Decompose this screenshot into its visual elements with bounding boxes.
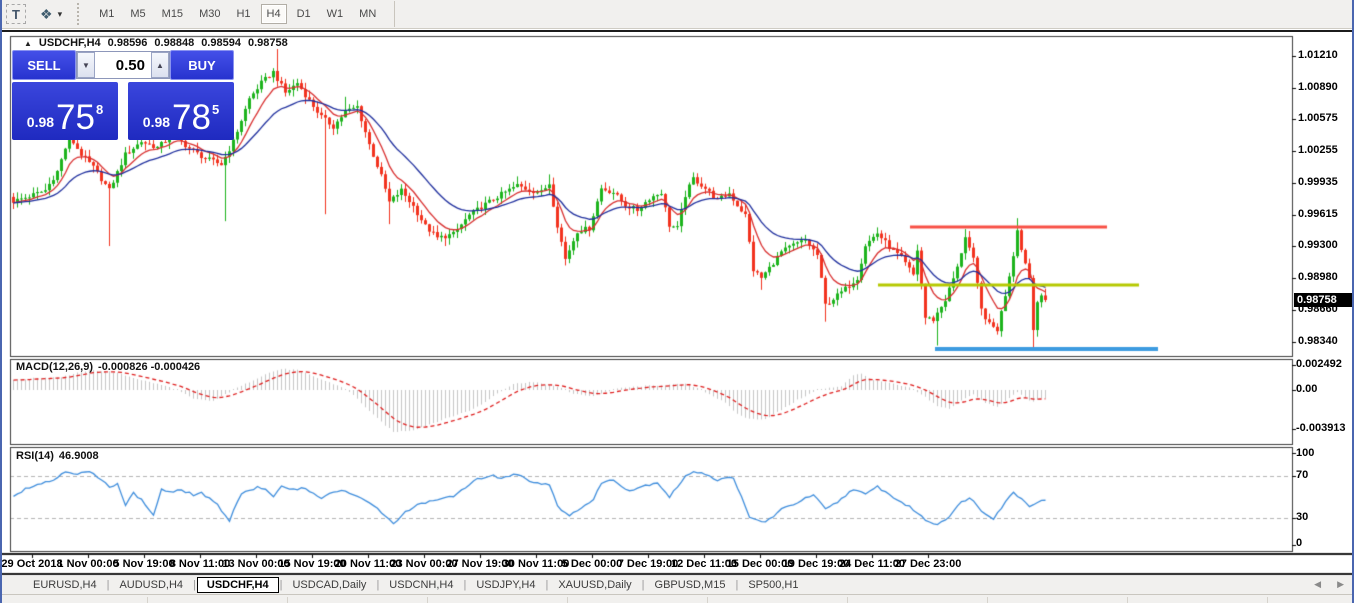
chart-tab-usdjpy-h4[interactable]: USDJPY,H4 — [467, 578, 544, 592]
price-tick: 1.01210 — [1298, 49, 1338, 61]
timeframe-button-m30[interactable]: M30 — [193, 4, 226, 24]
buy-price-prefix: 0.98 — [143, 115, 170, 133]
tabs-scroll-left-icon[interactable]: ◀ — [1314, 579, 1321, 590]
text-label-tool-icon[interactable]: T — [6, 4, 26, 24]
date-tick: 8 Nov 11:00 — [170, 558, 231, 570]
one-click-trading-panel: SELL ▼ 0.50 ▲ BUY 0.98 75 8 0.98 78 5 — [12, 50, 234, 142]
chart-symbol: USDCHF,H4 — [39, 37, 101, 49]
date-tick: 30 Nov 11:00 — [503, 558, 570, 570]
chart-tab-usdchf-h4[interactable]: USDCHF,H4 — [197, 577, 279, 593]
macd-values: -0.000826 -0.000426 — [98, 361, 200, 373]
toolbar-separator — [394, 1, 395, 27]
timeframe-button-mn[interactable]: MN — [353, 4, 382, 24]
tabs-scroll-right-icon[interactable]: ▶ — [1337, 579, 1344, 590]
status-strip — [2, 594, 1352, 603]
timeframe-button-h4[interactable]: H4 — [261, 4, 287, 24]
cursor-tool-icon[interactable]: ❖▾ — [40, 6, 62, 23]
timeframe-button-d1[interactable]: D1 — [291, 4, 317, 24]
chart-tab-xauusd-daily[interactable]: XAUUSD,Daily — [549, 578, 640, 592]
price-tick: 1.00575 — [1298, 112, 1338, 124]
price-tick: 1.00890 — [1298, 81, 1338, 93]
chart-low: 0.98594 — [201, 37, 241, 49]
buy-price-pip: 5 — [212, 102, 219, 117]
buy-price-display[interactable]: 0.98 78 5 — [128, 82, 234, 140]
chart-ohlc-header: ▲ USDCHF,H4 0.98596 0.98848 0.98594 0.98… — [24, 37, 288, 49]
chart-tab-usdcnh-h4[interactable]: USDCNH,H4 — [380, 578, 462, 592]
chart-window-top-border — [2, 30, 1352, 32]
chart-tab-eurusd-h4[interactable]: EURUSD,H4 — [24, 578, 106, 592]
toolbar-grip[interactable] — [76, 3, 81, 25]
rsi-value: 46.9008 — [59, 450, 99, 462]
rsi-tick: 100 — [1296, 447, 1314, 459]
macd-tick: 0.00 — [1296, 383, 1317, 395]
chart-open: 0.98596 — [108, 37, 148, 49]
buy-button[interactable]: BUY — [170, 50, 234, 80]
price-tick: 0.98980 — [1298, 271, 1338, 283]
sell-price-pip: 8 — [96, 102, 103, 117]
sell-price-prefix: 0.98 — [27, 115, 54, 133]
price-tick: 0.99935 — [1298, 176, 1338, 188]
chart-tab-usdcad-daily[interactable]: USDCAD,Daily — [283, 578, 375, 592]
macd-label: MACD(12,26,9) -0.000826 -0.000426 — [16, 361, 200, 373]
triangle-icon: ▲ — [24, 39, 32, 48]
price-tick: 0.99615 — [1298, 208, 1338, 220]
chart-close: 0.98758 — [248, 37, 288, 49]
date-tick: 27 Dec 23:00 — [895, 558, 962, 570]
price-tick: 0.99300 — [1298, 239, 1338, 251]
chart-tab-sp500-h1[interactable]: SP500,H1 — [739, 578, 807, 592]
timeframe-button-m15[interactable]: M15 — [156, 4, 189, 24]
timeframe-button-h1[interactable]: H1 — [230, 4, 256, 24]
price-tick: 0.98340 — [1298, 335, 1338, 347]
timeframe-button-m5[interactable]: M5 — [124, 4, 151, 24]
toolbar: T ❖▾ M1M5M15M30H1H4D1W1MN — [2, 0, 1352, 29]
dropdown-caret-icon[interactable]: ▾ — [58, 9, 63, 20]
chart-tab-bar: EURUSD,H4|AUDUSD,H4|USDCHF,H4|USDCAD,Dai… — [2, 576, 1352, 594]
sell-button[interactable]: SELL — [12, 50, 76, 80]
rsi-tick: 30 — [1296, 511, 1308, 523]
rsi-tick: 70 — [1296, 469, 1308, 481]
rsi-label: RSI(14) 46.9008 — [16, 450, 99, 462]
sell-price-display[interactable]: 0.98 75 8 — [12, 82, 118, 140]
timeframe-toolbar: M1M5M15M30H1H4D1W1MN — [91, 4, 384, 24]
volume-input[interactable]: 0.50 — [95, 52, 151, 78]
date-tick: 1 Nov 00:00 — [57, 558, 118, 570]
date-tick: 7 Dec 19:00 — [618, 558, 679, 570]
date-tick: 5 Nov 19:00 — [113, 558, 174, 570]
macd-tick: 0.002492 — [1296, 358, 1342, 370]
volume-decrease-button[interactable]: ▼ — [77, 52, 95, 78]
rsi-tick: 0 — [1296, 537, 1302, 549]
buy-price-big: 78 — [172, 104, 211, 133]
current-price-tag: 0.98758 — [1294, 293, 1352, 307]
chart-tab-gbpusd-m15[interactable]: GBPUSD,M15 — [646, 578, 735, 592]
volume-increase-button[interactable]: ▲ — [151, 52, 169, 78]
date-tick: 5 Dec 00:00 — [562, 558, 623, 570]
sell-price-big: 75 — [56, 104, 95, 133]
chart-high: 0.98848 — [154, 37, 194, 49]
price-tick: 1.00255 — [1298, 144, 1338, 156]
metatrader-terminal: T ❖▾ M1M5M15M30H1H4D1W1MN ▲ USDCHF,H4 0.… — [0, 0, 1354, 603]
chart-tab-audusd-h4[interactable]: AUDUSD,H4 — [110, 578, 192, 592]
timeframe-button-w1[interactable]: W1 — [321, 4, 350, 24]
macd-tick: -0.003913 — [1296, 422, 1346, 434]
date-tick: 29 Oct 2018 — [1, 558, 62, 570]
timeframe-button-m1[interactable]: M1 — [93, 4, 120, 24]
